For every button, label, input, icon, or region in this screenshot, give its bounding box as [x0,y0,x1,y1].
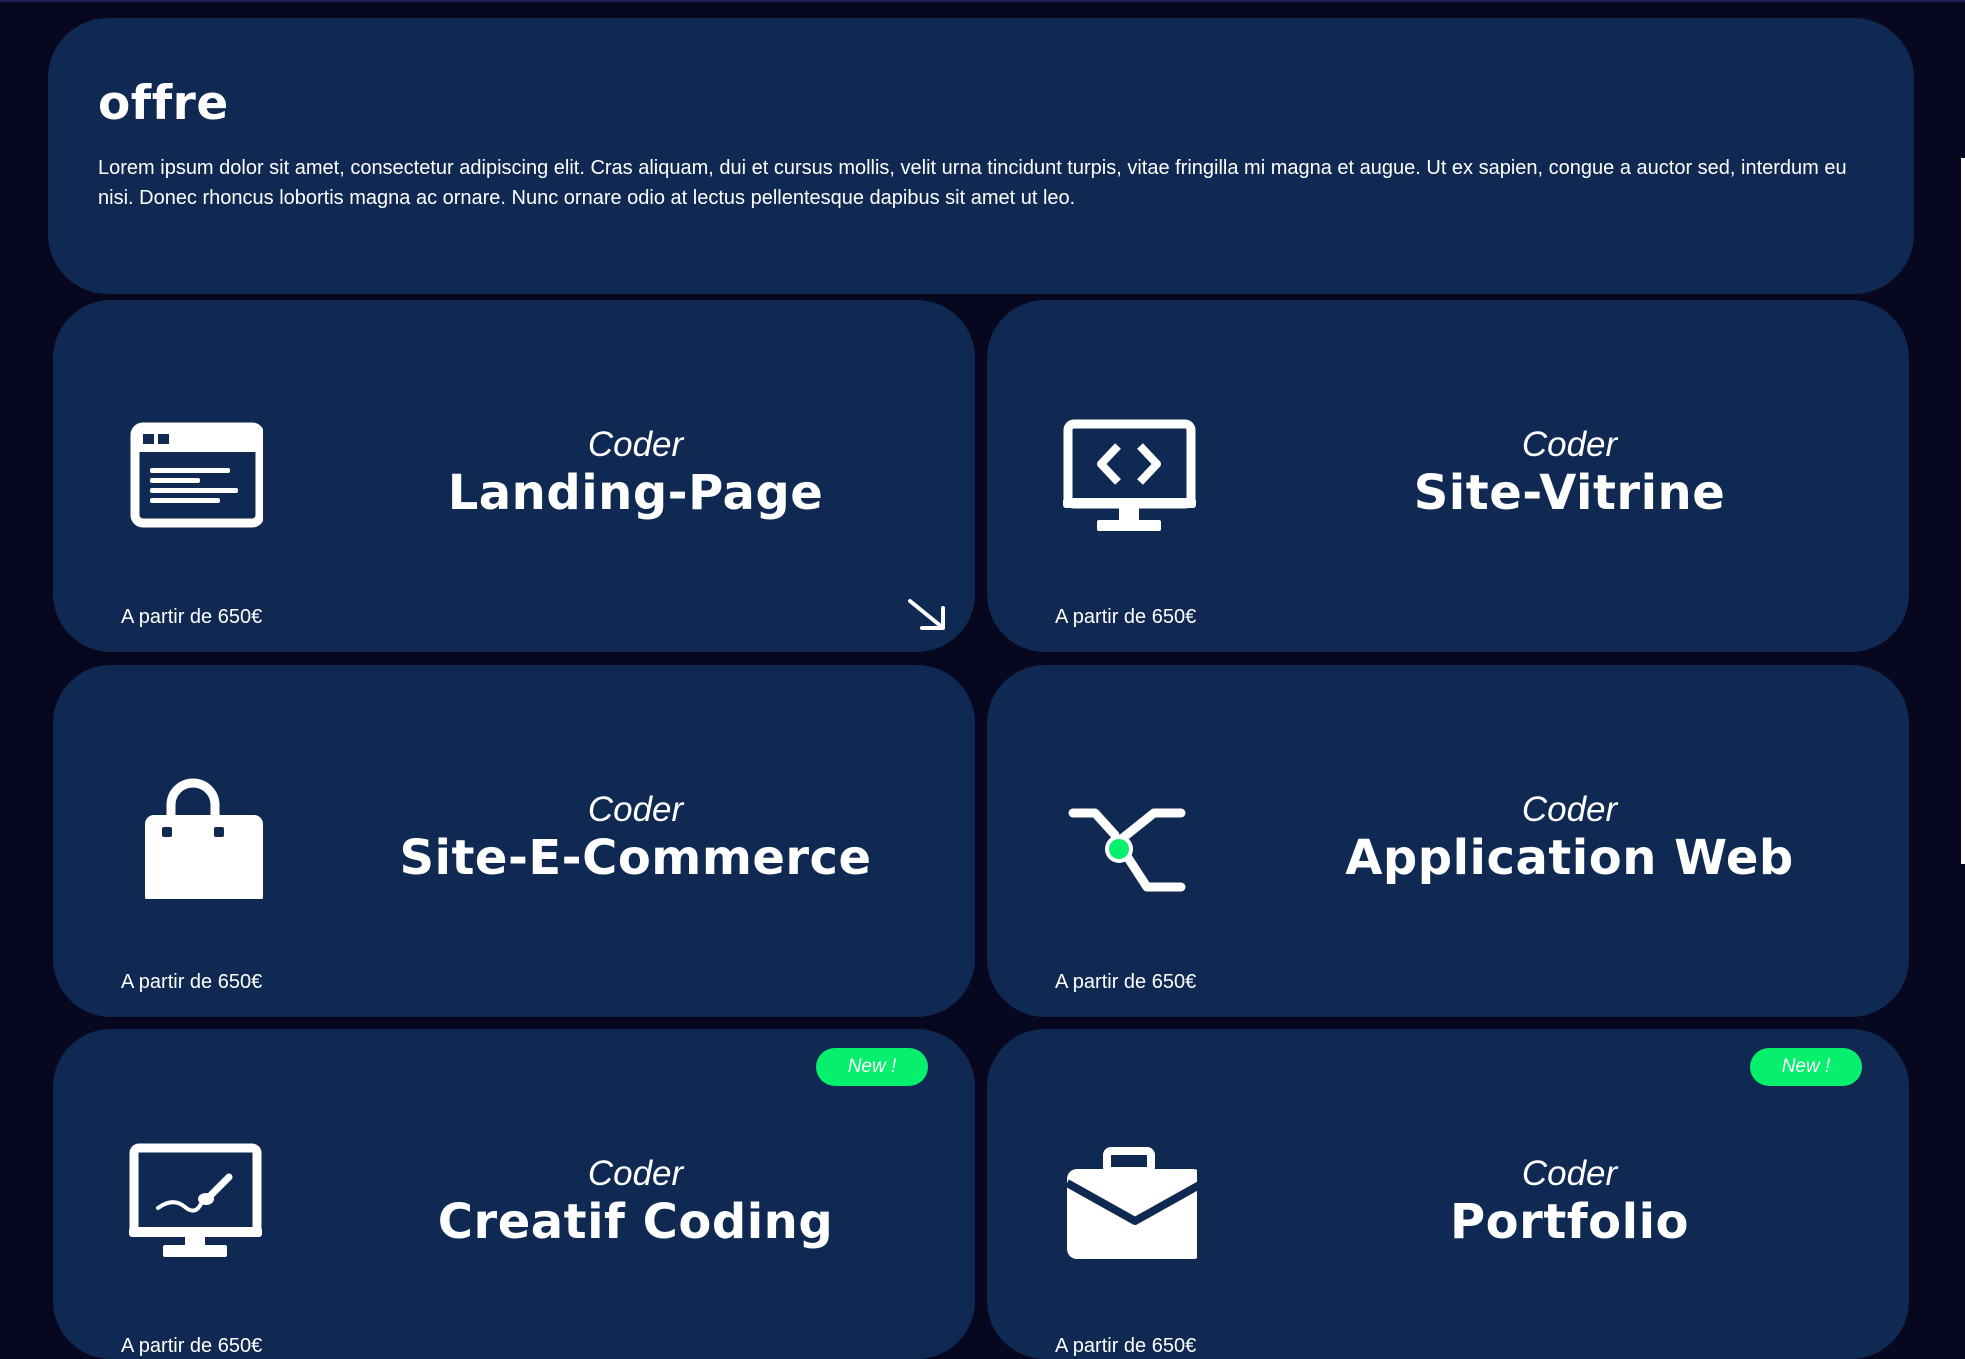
offer-card-portfolio[interactable]: New ! Coder Portfolio A partir de 650€ [987,1029,1909,1359]
offer-intro-panel: offre Lorem ipsum dolor sit amet, consec… [48,18,1914,294]
top-border [0,0,1965,2]
card-price: A partir de 650€ [1055,606,1197,628]
shopping-bag-icon [123,775,263,899]
card-price: A partir de 650€ [1055,1335,1197,1357]
new-badge: New ! [816,1048,928,1086]
card-prefix: Coder [1521,1154,1618,1193]
card-heading: Coder Creatif Coding [303,1154,968,1250]
offer-card-site-vitrine[interactable]: Coder Site-Vitrine A partir de 650€ [987,300,1909,652]
paint-monitor-icon [123,1139,263,1263]
card-price: A partir de 650€ [121,971,263,993]
offer-card-site-e-commerce[interactable]: Coder Site-E-Commerce A partir de 650€ [53,665,975,1017]
card-heading: Coder Site-Vitrine [1237,425,1902,521]
intro-description: Lorem ipsum dolor sit amet, consectetur … [98,157,1847,209]
card-prefix: Coder [1521,790,1618,829]
card-price: A partir de 650€ [121,1335,263,1357]
offer-card-landing-page[interactable]: Coder Landing-Page A partir de 650€ [53,300,975,652]
card-heading: Coder Site-E-Commerce [303,790,968,886]
card-prefix: Coder [587,1154,684,1193]
new-badge: New ! [1750,1048,1862,1086]
card-title: Creatif Coding [437,1194,834,1250]
branch-node-icon [1057,775,1197,899]
code-monitor-icon [1057,410,1197,534]
card-prefix: Coder [1521,425,1618,464]
page-title: offre [98,76,229,131]
briefcase-icon [1057,1139,1197,1263]
card-title: Portfolio [1449,1194,1689,1250]
card-title: Application Web [1345,830,1794,886]
card-heading: Coder Landing-Page [303,425,968,521]
scrollbar[interactable] [1961,158,1965,864]
card-price: A partir de 650€ [1055,971,1197,993]
card-title: Site-Vitrine [1413,465,1726,521]
card-heading: Coder Portfolio [1237,1154,1902,1250]
card-heading: Coder Application Web [1237,790,1902,886]
card-title: Site-E-Commerce [399,830,872,886]
card-title: Landing-Page [447,465,824,521]
offer-card-creatif-coding[interactable]: New ! Coder Creatif Coding A partir de 6… [53,1029,975,1359]
browser-window-icon [123,410,263,534]
offer-card-application-web[interactable]: Coder Application Web A partir de 650€ [987,665,1909,1017]
card-price: A partir de 650€ [121,606,263,628]
card-prefix: Coder [587,790,684,829]
card-prefix: Coder [587,425,684,464]
arrow-down-right-icon[interactable] [905,596,949,634]
